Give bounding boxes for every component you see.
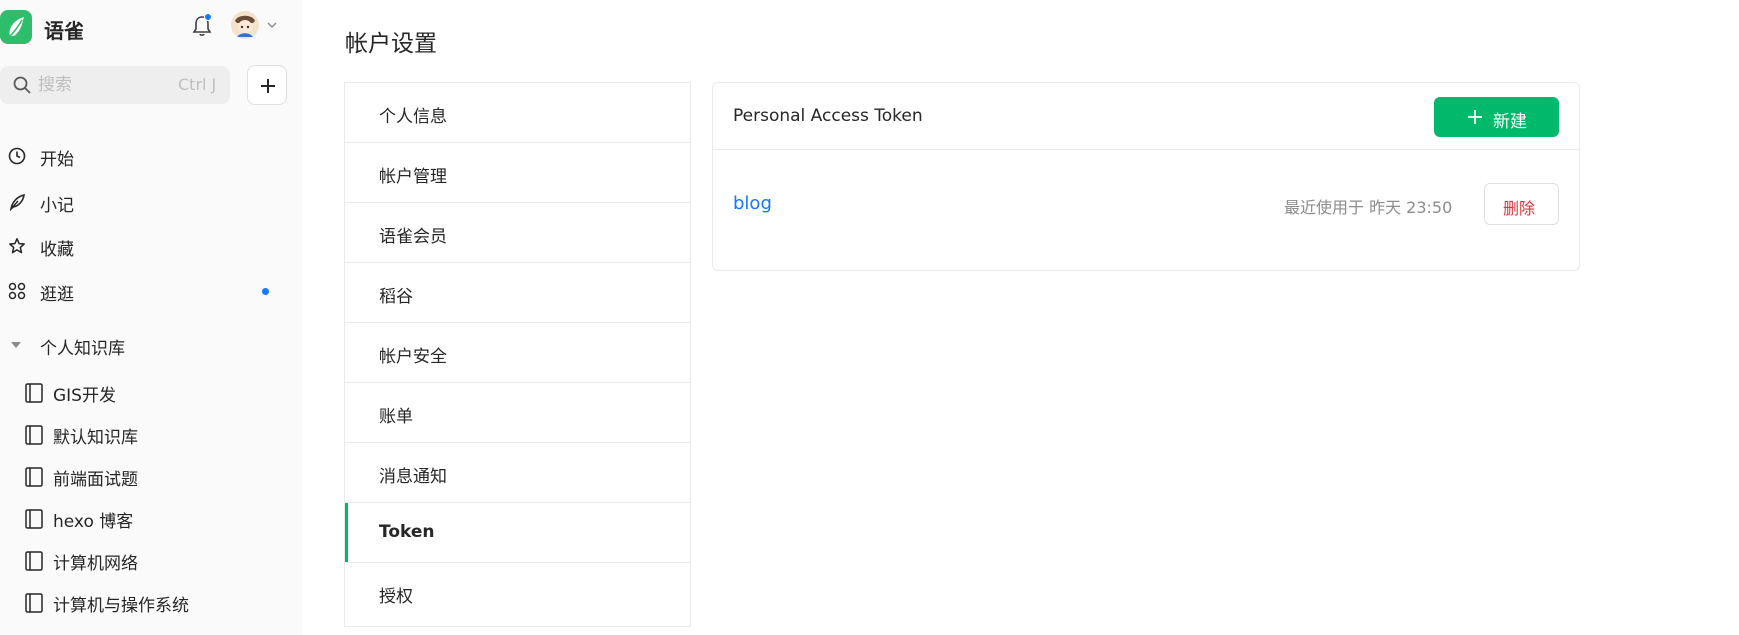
caret-down-icon[interactable] (10, 341, 22, 349)
menu-item-rice[interactable]: 稻谷 (345, 263, 690, 323)
menu-item-profile[interactable]: 个人信息 (345, 83, 690, 143)
book-icon (25, 383, 43, 403)
active-indicator (345, 503, 348, 562)
card-header: Personal Access Token 新建 (713, 83, 1579, 150)
nav-item-notes[interactable]: 小记 (0, 182, 290, 222)
card-title: Personal Access Token (733, 106, 923, 126)
token-card: Personal Access Token 新建 blog 最近使用于 昨天 2… (712, 82, 1580, 271)
add-button[interactable] (247, 65, 287, 105)
chevron-down-icon[interactable] (266, 19, 278, 31)
menu-item-label: 帐户管理 (379, 167, 447, 187)
star-icon (9, 238, 25, 254)
page-title: 帐户设置 (345, 31, 437, 57)
token-last-used: 最近使用于 昨天 23:50 (1284, 198, 1453, 217)
nav-item-start[interactable]: 开始 (0, 136, 290, 176)
book-label: GIS开发 (53, 386, 116, 406)
book-item[interactable]: 计算机与操作系统 (0, 583, 290, 621)
book-item[interactable]: GIS开发 (0, 373, 290, 411)
menu-item-notifications[interactable]: 消息通知 (345, 443, 690, 503)
menu-item-label: 账单 (379, 407, 413, 427)
nav-item-label: 开始 (40, 150, 74, 170)
menu-item-token[interactable]: Token (345, 503, 690, 563)
menu-item-account[interactable]: 帐户管理 (345, 143, 690, 203)
menu-item-label: 消息通知 (379, 467, 447, 487)
book-label: hexo 博客 (53, 512, 134, 532)
nav-item-label: 逛逛 (40, 285, 74, 305)
plus-icon (261, 79, 275, 93)
new-token-label: 新建 (1493, 112, 1527, 132)
token-name-link[interactable]: blog (733, 193, 772, 214)
grid-icon (8, 282, 26, 300)
menu-item-label: 稻谷 (379, 287, 413, 307)
search-shortcut-hint: Ctrl J (178, 75, 217, 94)
nav-item-label: 收藏 (40, 240, 74, 260)
knowledge-base-group[interactable]: 个人知识库 (0, 325, 290, 365)
book-icon (25, 509, 43, 529)
notification-dot (204, 13, 212, 21)
delete-label: 删除 (1503, 199, 1536, 218)
menu-item-label: 帐户安全 (379, 347, 447, 367)
nav-item-favorites[interactable]: 收藏 (0, 226, 290, 266)
feather-icon (9, 193, 25, 211)
delete-token-button[interactable]: 删除 (1484, 183, 1559, 225)
menu-item-authorization[interactable]: 授权 (345, 563, 690, 623)
book-icon (25, 593, 43, 613)
nav-item-label: 小记 (40, 196, 74, 216)
token-row: blog 最近使用于 昨天 23:50 删除 (713, 150, 1579, 270)
nav-item-explore[interactable]: 逛逛 (0, 271, 290, 311)
book-label: 计算机与操作系统 (53, 596, 189, 616)
menu-item-label: Token (379, 522, 435, 542)
book-label: 默认知识库 (53, 428, 138, 448)
menu-item-membership[interactable]: 语雀会员 (345, 203, 690, 263)
book-icon (25, 551, 43, 571)
menu-item-billing[interactable]: 账单 (345, 383, 690, 443)
knowledge-base-title: 个人知识库 (40, 339, 125, 359)
menu-item-security[interactable]: 帐户安全 (345, 323, 690, 383)
search-icon (13, 76, 31, 94)
clock-icon (8, 147, 26, 165)
avatar[interactable] (231, 11, 259, 39)
sidebar: 语雀 Ctrl J 开始 (0, 0, 302, 635)
book-icon (25, 467, 43, 487)
book-label: 前端面试题 (53, 470, 138, 490)
menu-item-label: 授权 (379, 587, 413, 607)
search-input[interactable] (38, 73, 158, 97)
plus-icon (1468, 110, 1482, 124)
book-item[interactable]: hexo 博客 (0, 499, 290, 537)
menu-item-label: 语雀会员 (379, 227, 447, 247)
settings-menu: 个人信息 帐户管理 语雀会员 稻谷 帐户安全 账单 消息通知 Token 授权 (344, 82, 691, 627)
new-content-dot (262, 288, 269, 295)
yuque-logo-icon[interactable] (0, 10, 32, 44)
book-label: 计算机网络 (53, 554, 138, 574)
avatar-image (231, 11, 259, 39)
book-item[interactable]: 默认知识库 (0, 415, 290, 453)
book-icon (25, 425, 43, 445)
book-item[interactable]: 前端面试题 (0, 457, 290, 495)
menu-item-label: 个人信息 (379, 107, 447, 127)
brand-name[interactable]: 语雀 (44, 15, 84, 44)
book-item[interactable]: 计算机网络 (0, 541, 290, 579)
new-token-button[interactable]: 新建 (1434, 97, 1559, 137)
search-box[interactable]: Ctrl J (0, 66, 230, 104)
